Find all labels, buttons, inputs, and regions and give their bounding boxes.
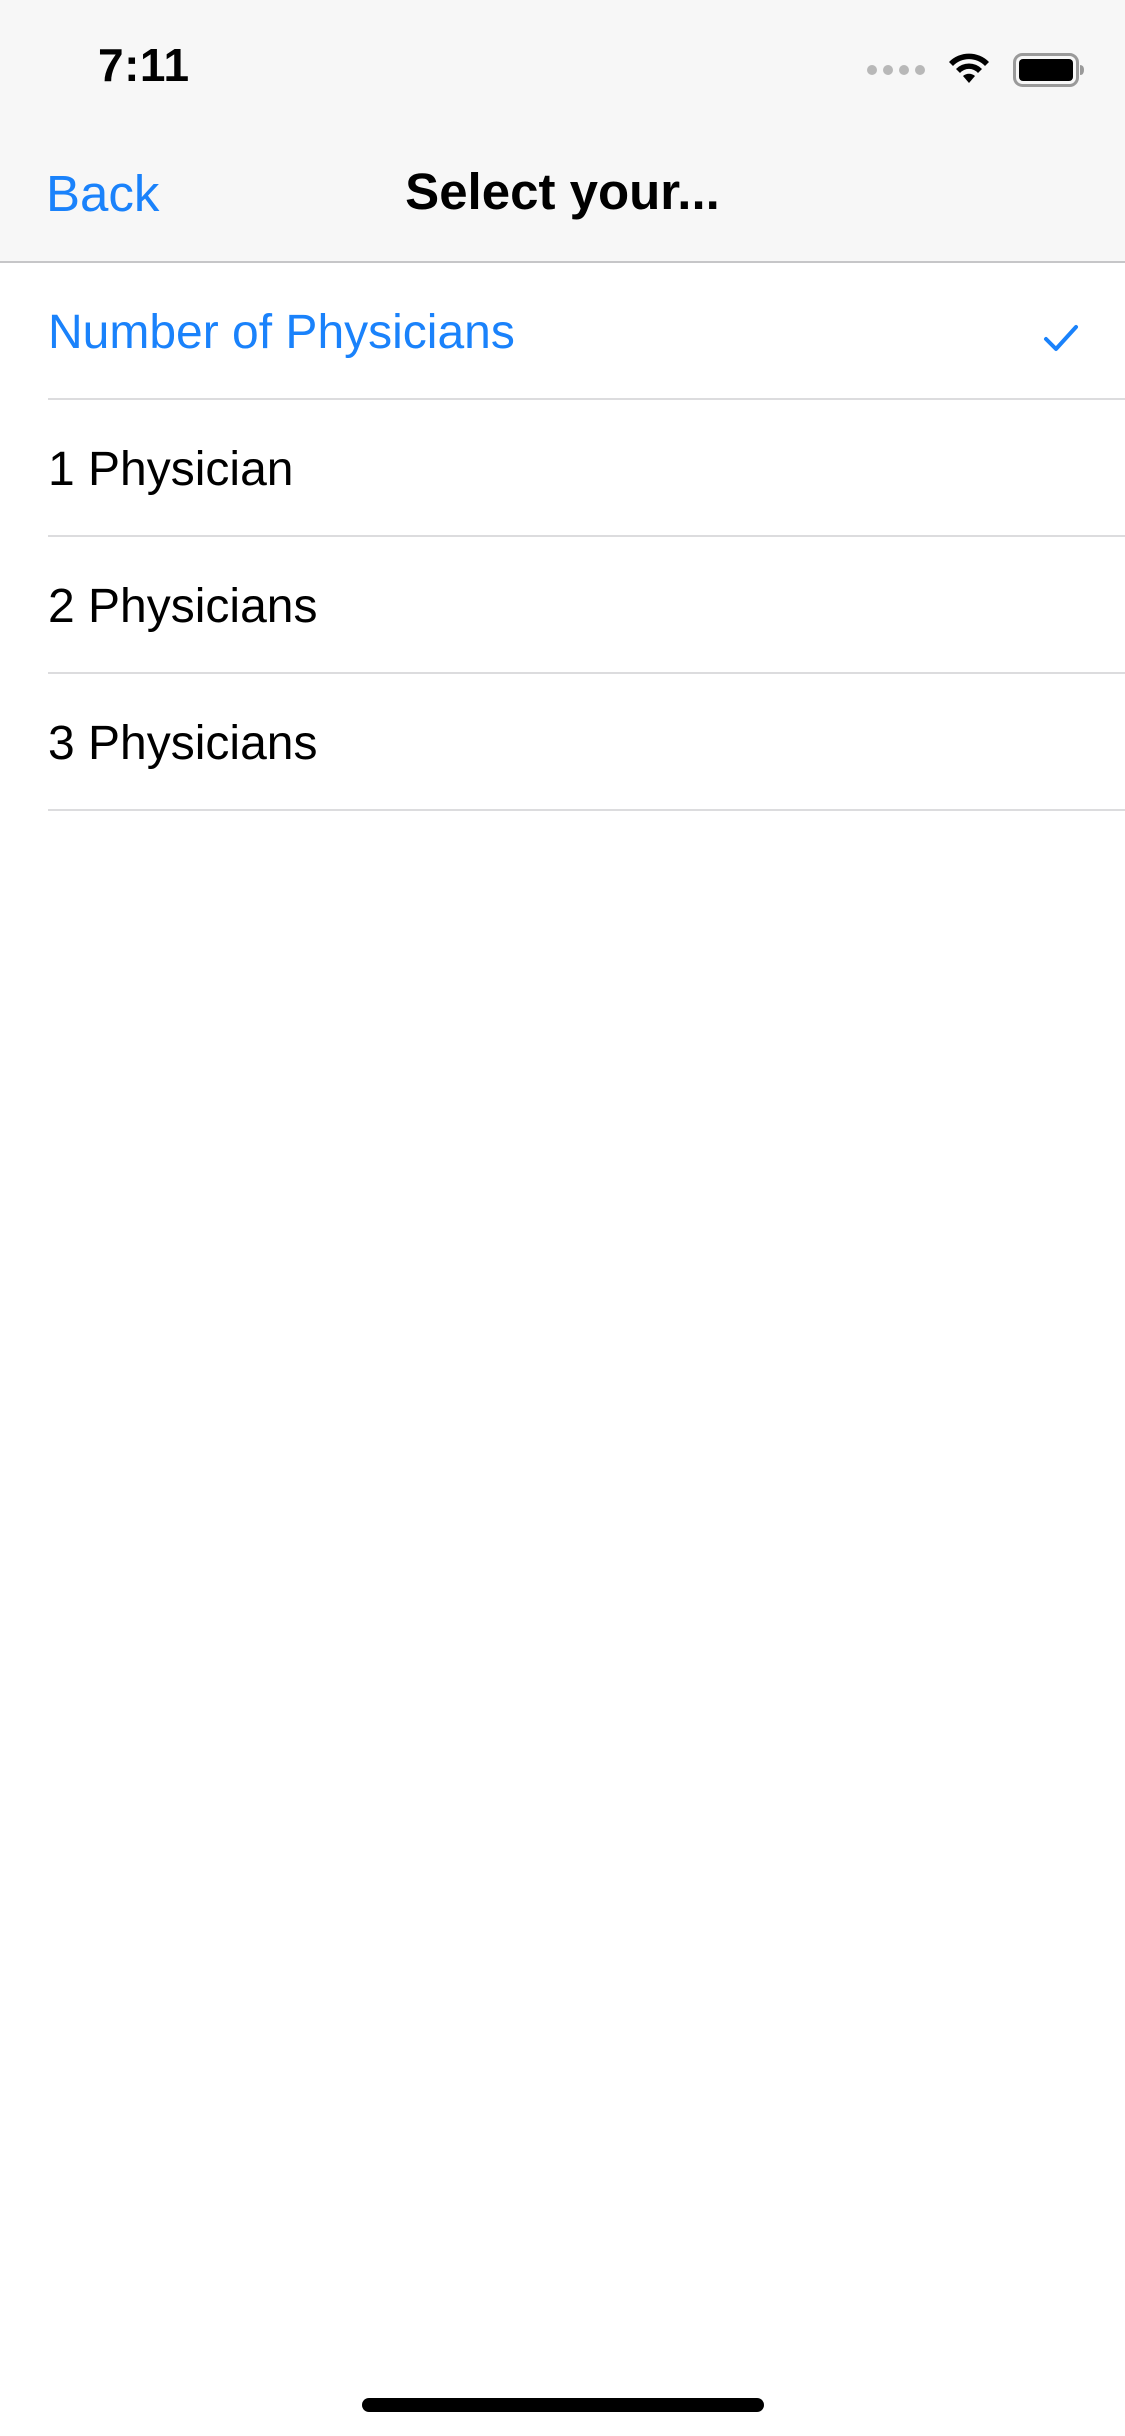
- list-item-label: 3 Physicians: [48, 717, 318, 770]
- page-title: Select your...: [405, 163, 720, 220]
- options-list: Number of Physicians 1 Physician 2 Physi…: [0, 263, 1125, 811]
- wifi-icon: [949, 53, 989, 83]
- list-item-label: 2 Physicians: [48, 580, 318, 633]
- list-item-label: 1 Physician: [48, 443, 294, 496]
- home-indicator[interactable]: [362, 2398, 764, 2412]
- battery-icon: [1013, 53, 1084, 87]
- list-item-1-physician[interactable]: 1 Physician: [0, 400, 1125, 537]
- navigation-header: 7:11 Back Select your...: [0, 0, 1125, 263]
- status-time: 7:11: [98, 39, 190, 91]
- status-icons: [867, 50, 1085, 90]
- signal-icon: [867, 65, 925, 75]
- checkmark-icon: [1044, 325, 1078, 351]
- list-item-number-of-physicians[interactable]: Number of Physicians: [0, 263, 1125, 400]
- list-item-3-physicians[interactable]: 3 Physicians: [0, 674, 1125, 811]
- list-item-2-physicians[interactable]: 2 Physicians: [0, 537, 1125, 674]
- list-item-label: Number of Physicians: [48, 306, 515, 359]
